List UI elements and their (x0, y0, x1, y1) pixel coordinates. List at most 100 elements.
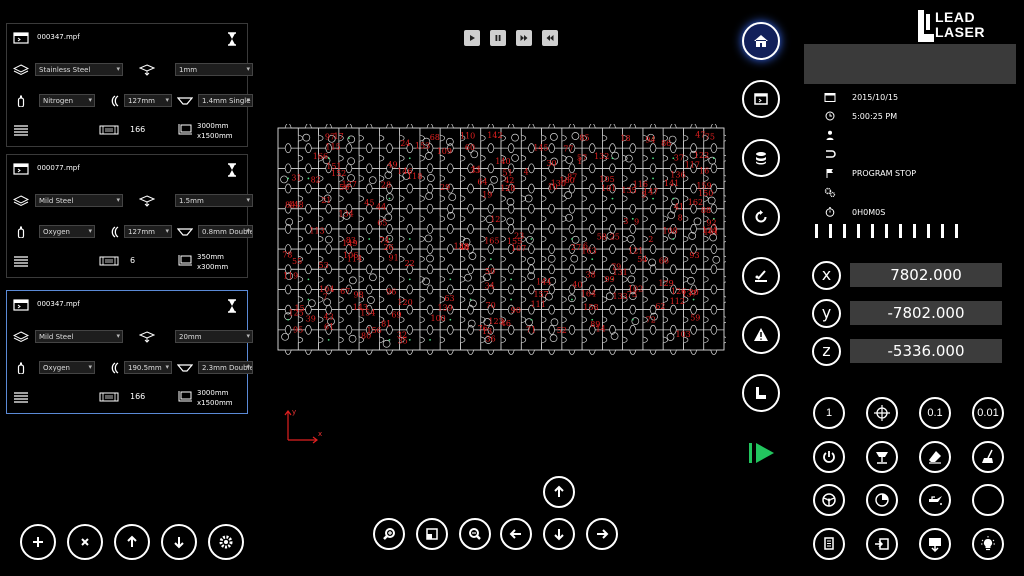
focal-lens-icon (111, 362, 119, 374)
part-number-label: 88 (701, 206, 711, 215)
part-number-label: 156 (367, 326, 382, 335)
gas-select[interactable]: Nitrogen (39, 94, 95, 107)
part-hole (550, 133, 558, 141)
thickness-select[interactable]: 1.5mm (175, 194, 253, 207)
part-hole (550, 318, 559, 327)
stack-icon (14, 256, 28, 267)
gas-select[interactable]: Oxygen (39, 225, 95, 238)
import-button[interactable] (866, 528, 898, 560)
move-job-down-button[interactable] (161, 524, 197, 560)
part-number-label: 94 (645, 136, 655, 145)
fit-view-button[interactable] (416, 518, 448, 550)
pause-button[interactable] (490, 30, 506, 46)
arrow-right-icon (597, 529, 609, 539)
part-number-label: 125 (289, 309, 304, 318)
x-axis-button[interactable]: x (812, 261, 841, 290)
settings-button[interactable] (208, 524, 244, 560)
thickness-select[interactable]: 20mm (175, 330, 253, 343)
zoom-out-button[interactable] (459, 518, 491, 550)
file-window-icon (13, 32, 29, 44)
alarm-button[interactable] (742, 316, 780, 354)
focal-length-select[interactable]: 190.5mm (124, 361, 172, 374)
focal-length-select[interactable]: 127mm (124, 94, 172, 107)
light-button[interactable] (972, 528, 1004, 560)
part-number-label: 144 (536, 278, 551, 287)
job-card[interactable]: 000347.mpf Mild Steel 20mm Oxygen 190.5m… (6, 290, 253, 414)
load-file-button[interactable] (813, 528, 845, 560)
job-card[interactable]: 000347.mpf Stainless Steel 1mm Nitrogen … (6, 23, 253, 147)
zoom-in-button[interactable] (373, 518, 405, 550)
part-hole (707, 196, 716, 205)
z-axis-button[interactable]: z (812, 337, 841, 366)
part-number-label: 38 (586, 271, 596, 280)
part-number-label: 95 (293, 326, 303, 335)
pierce-point (571, 298, 573, 301)
step-0-1-button[interactable]: 0.1 (919, 397, 951, 429)
nozzle-select[interactable]: 2.3mm Double (198, 361, 253, 374)
home-button[interactable] (742, 22, 780, 60)
job-card[interactable]: 000077.mpf Mild Steel 1.5mm Oxygen 127mm… (6, 154, 253, 278)
part-number-label: 85 (579, 134, 589, 143)
part-number-label: 154 (360, 309, 375, 318)
fast-forward-button[interactable] (516, 30, 532, 46)
program-state-row: PROGRAM STOP (824, 168, 916, 178)
reset-button[interactable] (742, 198, 780, 236)
step-0-01-button[interactable]: 0.01 (972, 397, 1004, 429)
crosshair-button[interactable] (866, 397, 898, 429)
move-job-up-button[interactable] (114, 524, 150, 560)
database-button[interactable] (742, 139, 780, 177)
blank-button[interactable] (972, 484, 1004, 516)
program-state: PROGRAM STOP (852, 168, 917, 178)
cleaning-button[interactable] (742, 257, 780, 295)
sweep-button[interactable] (972, 441, 1004, 473)
laser-table-button[interactable] (866, 441, 898, 473)
machine-info-button[interactable] (742, 374, 780, 412)
gas-select[interactable]: Oxygen (39, 361, 95, 374)
eraser-button[interactable] (919, 441, 951, 473)
progress-tick (857, 224, 860, 238)
focal-length-select[interactable]: 127mm (124, 225, 172, 238)
step-1-button[interactable]: 1 (813, 397, 845, 429)
oil-button[interactable] (919, 484, 951, 516)
material-select[interactable]: Mild Steel (35, 330, 123, 343)
progress-tick (871, 224, 874, 238)
part-number-label: 155 (507, 237, 522, 246)
pierce-point (591, 258, 594, 261)
add-job-button[interactable] (20, 524, 56, 560)
material-select[interactable]: Mild Steel (35, 194, 123, 207)
export-button[interactable] (919, 528, 951, 560)
y-axis-button[interactable]: y (812, 299, 841, 328)
pan-up-button[interactable] (543, 476, 575, 508)
delete-job-button[interactable] (67, 524, 103, 560)
part-number-label: 3 (623, 217, 628, 226)
part-number-label: 121 (628, 247, 643, 256)
gears-icon (824, 187, 836, 197)
pan-left-button[interactable] (500, 518, 532, 550)
run-program-button[interactable] (748, 441, 778, 465)
film-strip-icon (99, 392, 119, 402)
part-number-label: 115 (325, 142, 340, 151)
part-number-label: 139 (438, 303, 453, 312)
pan-down-button[interactable] (543, 518, 575, 550)
laser-head-row (824, 149, 852, 159)
database-icon (756, 152, 766, 165)
material-select[interactable]: Stainless Steel (35, 63, 123, 76)
nozzle-select[interactable]: 0.8mm Double (198, 225, 253, 238)
nozzle-select[interactable]: 1.4mm Single (198, 94, 253, 107)
gauge-button[interactable] (866, 484, 898, 516)
calendar-icon (824, 93, 836, 102)
part-number-label: 69 (391, 310, 401, 319)
program-file-button[interactable] (742, 80, 780, 118)
part-number-label: 68 (430, 133, 440, 142)
nesting-layout-canvas[interactable]: 12345678910111213 14151617 181920212223242… (276, 124, 726, 356)
speed-button[interactable] (813, 484, 845, 516)
axis-label-y: y (292, 408, 297, 416)
part-hole (469, 299, 477, 308)
play-button[interactable] (464, 30, 480, 46)
rewind-button[interactable] (542, 30, 558, 46)
stack-icon (14, 392, 28, 403)
thickness-select[interactable]: 1mm (175, 63, 253, 76)
power-button[interactable] (813, 441, 845, 473)
hourglass-icon (228, 163, 236, 177)
pan-right-button[interactable] (586, 518, 618, 550)
